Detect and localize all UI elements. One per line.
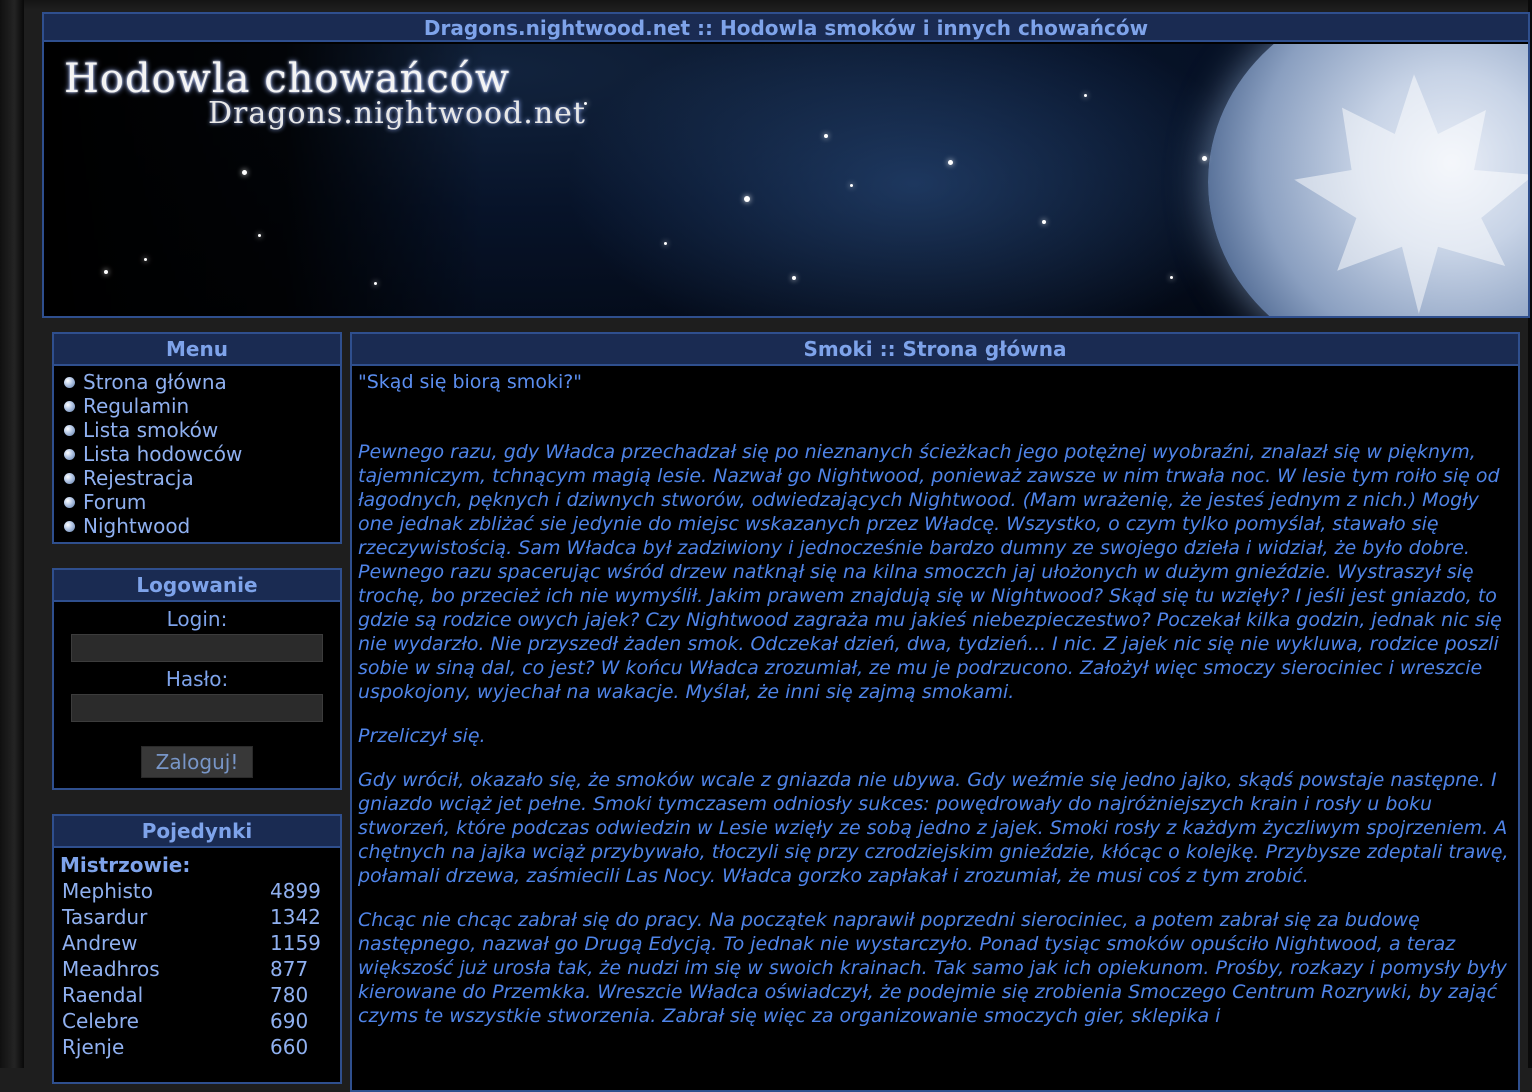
- article-paragraph: Gdy wrócił, okazało się, że smoków wcale…: [358, 769, 1509, 887]
- article-paragraph: Przeliczył się.: [358, 725, 486, 747]
- header-banner: Hodowla chowańców Dragons.nightwood.net: [44, 44, 1528, 316]
- menu-item-strona-glowna[interactable]: Strona główna: [64, 370, 340, 394]
- champion-score: 780: [270, 983, 309, 1007]
- champion-name[interactable]: Celebre: [62, 1008, 270, 1034]
- champion-name[interactable]: Meadhros: [62, 956, 270, 982]
- login-panel: Logowanie Login: Hasło: Zaloguj!: [52, 568, 342, 790]
- star-icon: [1084, 94, 1087, 97]
- bullet-icon: [64, 400, 75, 412]
- champion-score: 4899: [270, 879, 321, 903]
- star-icon: [1170, 276, 1173, 279]
- duels-title: Pojedynki: [54, 816, 340, 848]
- star-icon: [948, 160, 953, 165]
- champion-score: 660: [270, 1035, 309, 1059]
- bullet-icon: [64, 424, 75, 436]
- menu-list: Strona główna Regulamin Lista smoków Lis…: [54, 366, 340, 538]
- champion-row: Mephisto 4899: [54, 878, 340, 904]
- bullet-icon: [64, 472, 75, 484]
- menu-item-forum[interactable]: Forum: [64, 490, 340, 514]
- menu-item-lista-hodowcow[interactable]: Lista hodowców: [64, 442, 340, 466]
- banner-glow: [564, 44, 1264, 316]
- champion-row: Rjenje 660: [54, 1034, 340, 1060]
- menu-item-lista-smokow[interactable]: Lista smoków: [64, 418, 340, 442]
- login-button[interactable]: Zaloguj!: [141, 746, 253, 778]
- star-icon: [824, 134, 828, 138]
- champion-score: 1159: [270, 931, 321, 955]
- banner-logo-subtext: Dragons.nightwood.net: [208, 96, 586, 131]
- champion-name[interactable]: Raendal: [62, 982, 270, 1008]
- main-title: Smoki :: Strona główna: [352, 334, 1518, 366]
- article-quote: "Skąd się biorą smoki?": [358, 371, 583, 393]
- password-input[interactable]: [71, 694, 323, 722]
- login-form: Login: Hasło: Zaloguj!: [54, 602, 340, 778]
- champion-row: Meadhros 877: [54, 956, 340, 982]
- champion-row: Raendal 780: [54, 982, 340, 1008]
- star-icon: [744, 196, 750, 202]
- menu-item-nightwood[interactable]: Nightwood: [64, 514, 340, 538]
- page-left-edge: [0, 0, 24, 1068]
- champion-name[interactable]: Mephisto: [62, 878, 270, 904]
- menu-item-label[interactable]: Strona główna: [83, 370, 227, 394]
- star-icon: [850, 184, 853, 187]
- star-icon: [104, 270, 108, 274]
- champions-heading: Mistrzowie:: [60, 853, 191, 877]
- champion-score: 1342: [270, 905, 321, 929]
- bullet-icon: [64, 376, 75, 388]
- menu-item-label[interactable]: Nightwood: [83, 514, 190, 538]
- menu-panel: Menu Strona główna Regulamin Lista smokó…: [52, 332, 342, 544]
- star-icon: [374, 282, 377, 285]
- site-header: Dragons.nightwood.net :: Hodowla smoków …: [42, 12, 1530, 318]
- champion-name[interactable]: Rjenje: [62, 1034, 270, 1060]
- bullet-icon: [64, 448, 75, 460]
- bullet-icon: [64, 520, 75, 532]
- star-icon: [242, 170, 247, 175]
- login-input[interactable]: [71, 634, 323, 662]
- star-icon: [258, 234, 261, 237]
- login-title: Logowanie: [54, 570, 340, 602]
- star-icon: [1202, 156, 1207, 161]
- star-icon: [144, 258, 147, 261]
- article-body: "Skąd się biorą smoki?" Pewnego razu, gd…: [352, 366, 1518, 1028]
- site-title: Dragons.nightwood.net :: Hodowla smoków …: [44, 14, 1528, 42]
- article-paragraph: Pewnego razu, gdy Władca przechadzał się…: [358, 441, 1502, 703]
- star-icon: [1042, 220, 1046, 224]
- bullet-icon: [64, 496, 75, 508]
- article-paragraph: Chcąc nie chcąc zabrał się do pracy. Na …: [358, 909, 1507, 1027]
- champion-score: 690: [270, 1009, 309, 1033]
- star-icon: [792, 276, 796, 280]
- champion-name[interactable]: Tasardur: [62, 904, 270, 930]
- password-label: Hasło:: [165, 667, 229, 691]
- menu-item-rejestracja[interactable]: Rejestracja: [64, 466, 340, 490]
- menu-item-label[interactable]: Lista hodowców: [83, 442, 242, 466]
- menu-item-label[interactable]: Regulamin: [83, 394, 189, 418]
- champion-row: Celebre 690: [54, 1008, 340, 1034]
- menu-title: Menu: [54, 334, 340, 366]
- champion-row: Andrew 1159: [54, 930, 340, 956]
- login-label: Login:: [166, 607, 228, 631]
- duels-panel: Pojedynki Mistrzowie: Mephisto 4899 Tasa…: [52, 814, 342, 1084]
- champion-score: 877: [270, 957, 309, 981]
- menu-item-label[interactable]: Rejestracja: [83, 466, 194, 490]
- menu-item-label[interactable]: Forum: [83, 490, 146, 514]
- main-content-panel: Smoki :: Strona główna "Skąd się biorą s…: [350, 332, 1520, 1092]
- page-top-shadow: [0, 0, 1532, 10]
- star-icon: [664, 242, 667, 245]
- champion-row: Tasardur 1342: [54, 904, 340, 930]
- champion-name[interactable]: Andrew: [62, 930, 270, 956]
- menu-item-regulamin[interactable]: Regulamin: [64, 394, 340, 418]
- menu-item-label[interactable]: Lista smoków: [83, 418, 218, 442]
